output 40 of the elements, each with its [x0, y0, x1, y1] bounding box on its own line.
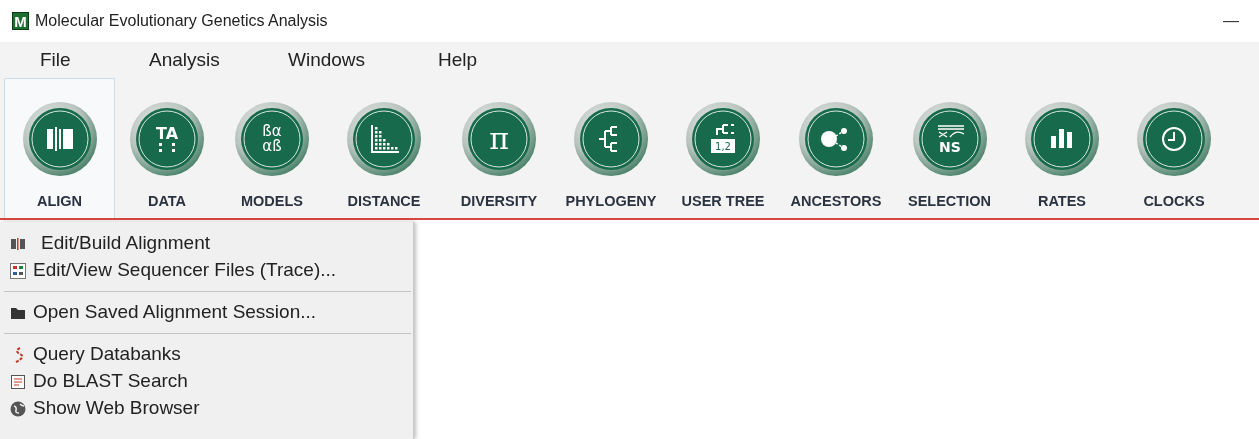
clock-icon: [1136, 101, 1212, 177]
app-logo: M: [12, 12, 29, 30]
document-icon: [10, 373, 26, 390]
pi-icon: π: [461, 101, 537, 177]
toolbar-button[interactable]: RATES: [1006, 78, 1118, 218]
columns-icon: [10, 236, 26, 251]
minimize-button[interactable]: —: [1215, 9, 1247, 33]
toolbar-button[interactable]: ANCESTORS: [779, 78, 893, 218]
menu-item[interactable]: Windows: [288, 47, 366, 73]
columns-icon: [21, 101, 98, 177]
greek-letters-icon: ßα αß: [234, 101, 310, 177]
toolbar-button[interactable]: NS SELECTION: [893, 78, 1006, 218]
menu-option[interactable]: Edit/View Sequencer Files (Trace)...: [0, 257, 337, 284]
menu-item[interactable]: Help: [438, 47, 478, 73]
menu-option[interactable]: Show Web Browser: [0, 395, 200, 422]
tree-icon: [573, 101, 649, 177]
bar-chart-icon: [1024, 101, 1100, 177]
menu-option[interactable]: Query Databanks: [0, 341, 181, 368]
window-title: Molecular Evolutionary Genetics Analysis: [35, 11, 328, 31]
letters-icon: TA: [129, 101, 205, 177]
globe-icon: [10, 400, 26, 417]
toolbar-button[interactable]: PHYLOGENY: [555, 78, 667, 218]
toolbar-button[interactable]: 1,2 USER TREE: [667, 78, 779, 218]
toolbar-button[interactable]: TA DATA: [115, 78, 219, 218]
toolbar-button[interactable]: π DIVERSITY: [443, 78, 555, 218]
nodes-icon: [798, 101, 874, 177]
toolbar-button[interactable]: DISTANCE: [325, 78, 443, 218]
toolbar-button[interactable]: ALIGN: [4, 78, 115, 218]
menu-item[interactable]: File: [40, 47, 71, 73]
ns-icon: NS: [911, 101, 988, 177]
menu-option[interactable]: Edit/Build Alignment: [0, 230, 210, 257]
sequence-icon: [10, 262, 26, 279]
folder-icon: [10, 305, 26, 320]
menu-option[interactable]: Open Saved Alignment Session...: [0, 299, 317, 326]
toolbar-button[interactable]: CLOCKS: [1118, 78, 1230, 218]
toolbar-button[interactable]: ßα αß MODELS: [219, 78, 325, 218]
numbered-tree-icon: 1,2: [685, 101, 761, 177]
dot-chart-icon: [346, 101, 422, 177]
menu-item[interactable]: Analysis: [149, 47, 220, 73]
menu-option[interactable]: Do BLAST Search: [0, 368, 188, 395]
